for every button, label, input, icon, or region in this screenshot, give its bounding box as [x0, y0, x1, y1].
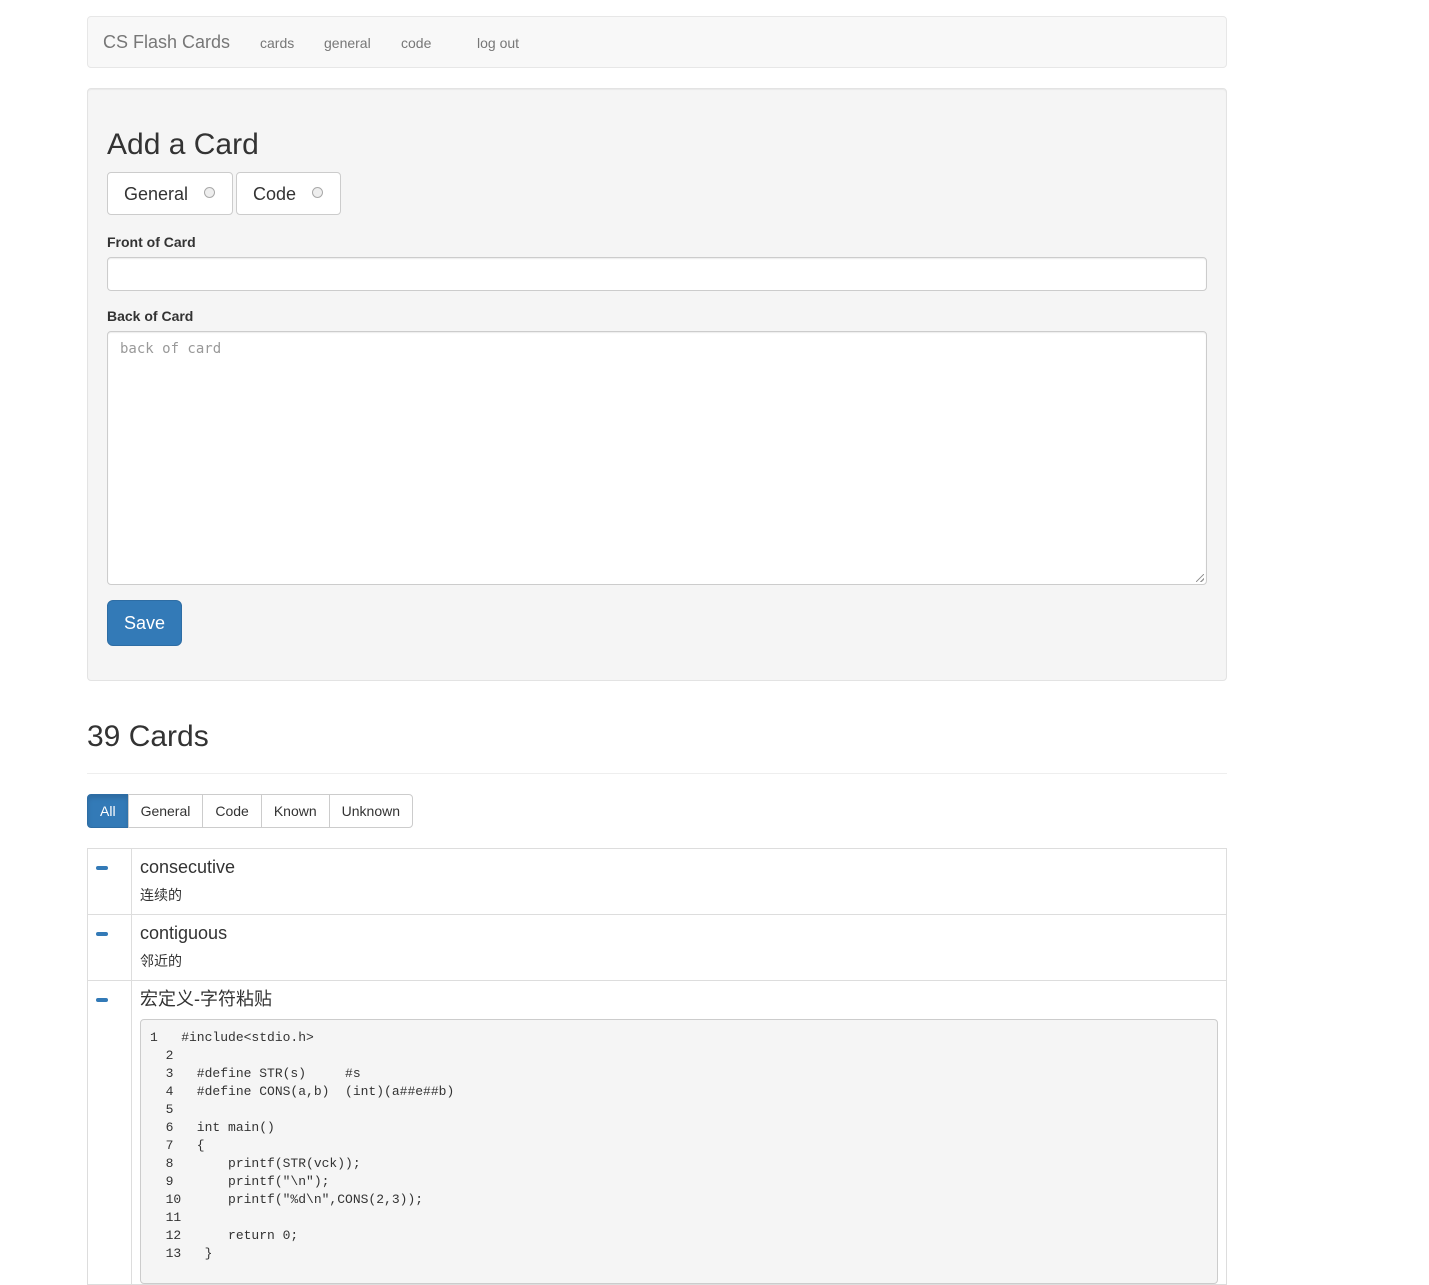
back-of-card-placeholder: back of card: [120, 341, 222, 357]
card-action-cell: [88, 981, 132, 1284]
card-row: 宏定义-字符粘贴 1 #include<stdio.h> 2 3 #define…: [88, 981, 1226, 1285]
type-general-radio[interactable]: [204, 187, 215, 198]
card-front-text: consecutive: [140, 857, 236, 877]
add-card-title: Add a Card: [107, 128, 259, 161]
card-content: consecutive 连续的: [140, 849, 1226, 913]
type-code-label: Code: [253, 184, 297, 204]
cards-count-heading: 39 Cards: [87, 720, 209, 753]
card-list-table: consecutive 连续的 contiguous 邻近的 宏定义-字符粘贴 …: [87, 848, 1227, 1285]
nav-link-cards[interactable]: cards: [260, 34, 294, 52]
card-content: 宏定义-字符粘贴 1 #include<stdio.h> 2 3 #define…: [140, 981, 1226, 1284]
card-filter-group: All General Code Known Unknown: [87, 794, 414, 828]
card-front-text: contiguous: [140, 923, 228, 943]
card-back-text: 连续的: [140, 888, 182, 904]
collapse-minus-icon[interactable]: [96, 866, 108, 870]
card-row: contiguous 邻近的: [88, 915, 1226, 981]
card-action-cell: [88, 915, 132, 980]
front-of-card-input[interactable]: [107, 257, 1207, 291]
type-code-radio[interactable]: [312, 187, 323, 198]
type-general-label: General: [124, 184, 189, 204]
top-navbar: CS Flash Cards cards general code log ou…: [87, 16, 1227, 68]
add-card-panel: Add a Card General Code Front of Card Ba…: [87, 88, 1227, 681]
nav-link-logout[interactable]: log out: [477, 34, 519, 52]
card-action-cell: [88, 849, 132, 914]
card-row: consecutive 连续的: [88, 849, 1226, 915]
resize-handle-icon[interactable]: [1196, 574, 1204, 582]
type-code-option[interactable]: Code: [236, 172, 341, 215]
back-of-card-label: Back of Card: [107, 308, 194, 324]
collapse-minus-icon[interactable]: [96, 998, 108, 1002]
front-of-card-label: Front of Card: [107, 234, 196, 250]
filter-known-button[interactable]: Known: [260, 794, 330, 828]
filter-code-button[interactable]: Code: [202, 794, 262, 828]
card-content: contiguous 邻近的: [140, 915, 1226, 979]
back-of-card-textarea[interactable]: back of card: [107, 331, 1207, 585]
card-code-block: 1 #include<stdio.h> 2 3 #define STR(s) #…: [140, 1019, 1218, 1284]
card-front-text: 宏定义-字符粘贴: [140, 989, 272, 1009]
nav-link-general[interactable]: general: [324, 34, 371, 52]
filter-unknown-button[interactable]: Unknown: [328, 794, 414, 828]
brand-link[interactable]: CS Flash Cards: [103, 32, 230, 52]
collapse-minus-icon[interactable]: [96, 932, 108, 936]
nav-link-code[interactable]: code: [401, 34, 431, 52]
filter-general-button[interactable]: General: [127, 794, 204, 828]
divider: [87, 773, 1227, 774]
type-general-option[interactable]: General: [107, 172, 233, 215]
filter-all-button[interactable]: All: [87, 794, 129, 828]
card-back-text: 邻近的: [140, 954, 182, 970]
save-button[interactable]: Save: [107, 600, 182, 646]
